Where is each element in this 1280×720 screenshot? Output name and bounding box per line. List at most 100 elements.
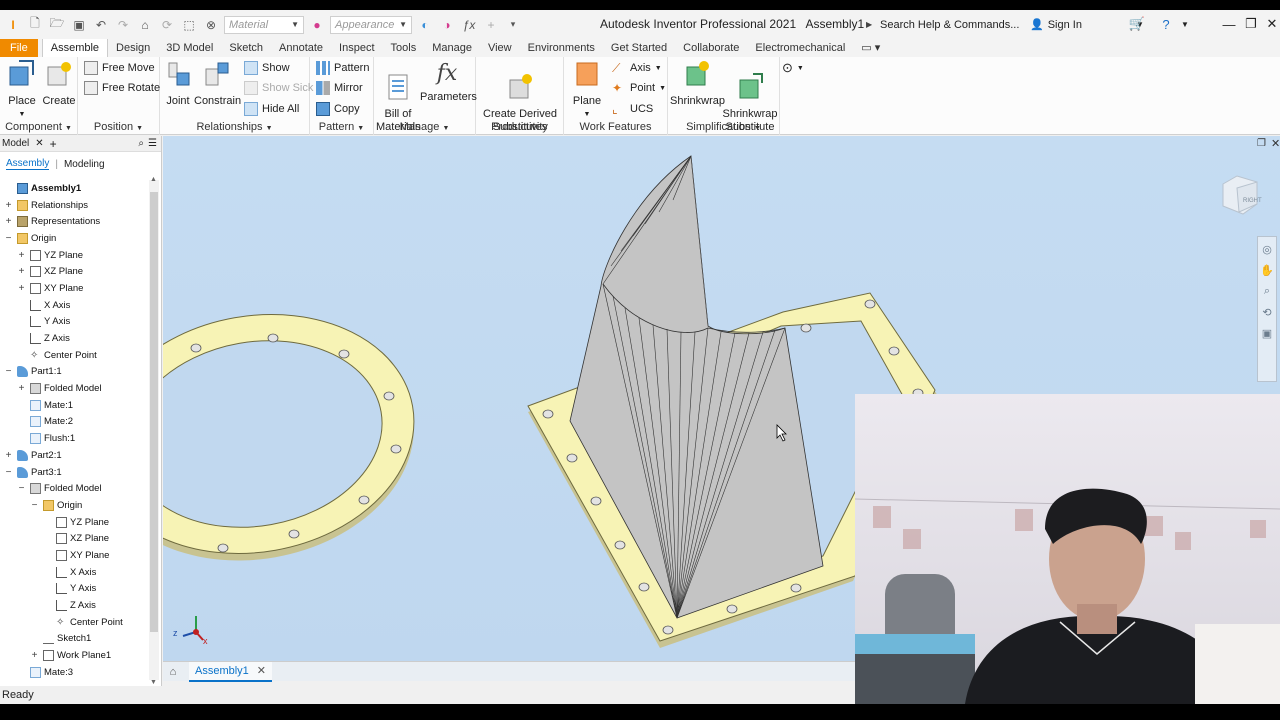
- tab-get-started[interactable]: Get Started: [603, 39, 675, 57]
- tab-file[interactable]: File: [0, 39, 38, 57]
- browser-scrollbar[interactable]: ▲ ▼: [149, 176, 159, 686]
- new-file-icon[interactable]: 🗋: [26, 16, 44, 33]
- tree-node[interactable]: − Part3:1: [0, 464, 148, 481]
- tree-node[interactable]: Sketch1: [0, 631, 148, 648]
- tab-electromechanical[interactable]: Electromechanical: [747, 39, 853, 57]
- axis-button[interactable]: ⟋ Axis ▼: [612, 59, 662, 77]
- close-icon[interactable]: ✕: [257, 664, 266, 677]
- tree-node[interactable]: X Axis: [0, 564, 148, 581]
- adjust-appearance-icon[interactable]: ◐: [416, 17, 434, 33]
- tab-assemble[interactable]: Assemble: [41, 39, 109, 57]
- undo-icon[interactable]: ↶: [92, 17, 110, 33]
- tree-node[interactable]: + Work Plane1: [0, 647, 148, 664]
- search-icon[interactable]: ⌕: [138, 138, 144, 149]
- clear-appearance-icon[interactable]: ◑: [438, 17, 456, 33]
- tree-node[interactable]: XY Plane: [0, 547, 148, 564]
- create-button[interactable]: Create: [42, 59, 76, 108]
- plane-button[interactable]: Plane ▼: [568, 59, 606, 121]
- ribbon-display-toggle-icon[interactable]: ▭ ▾: [853, 39, 888, 57]
- bom-button[interactable]: Bill of Materials: [376, 59, 421, 147]
- expand-icon[interactable]: +: [17, 250, 26, 261]
- tree-node[interactable]: + Relationships: [0, 197, 148, 214]
- show-sick-button[interactable]: Show Sick: [244, 79, 313, 97]
- scroll-up-icon[interactable]: ▲: [150, 176, 157, 183]
- tree-node[interactable]: + Part2:1: [0, 447, 148, 464]
- tab-assembly[interactable]: Assembly: [6, 158, 50, 170]
- shrinkwrap-button[interactable]: Shrinkwrap: [670, 59, 725, 108]
- collapse-icon[interactable]: −: [4, 366, 13, 377]
- free-rotate-button[interactable]: Free Rotate: [84, 79, 160, 97]
- panel-manage-title[interactable]: Manage ▼: [374, 121, 475, 133]
- tree-node[interactable]: + XY Plane: [0, 280, 148, 297]
- mirror-button[interactable]: Mirror: [316, 79, 363, 97]
- tree-node[interactable]: Z Axis: [0, 330, 148, 347]
- free-move-button[interactable]: Free Move: [84, 59, 155, 77]
- tree-node[interactable]: XZ Plane: [0, 530, 148, 547]
- appearance-select[interactable]: Appearance ▼: [330, 15, 412, 34]
- doc-tab-assembly1[interactable]: Assembly1 ✕: [189, 661, 273, 682]
- home-icon[interactable]: ⌂: [136, 17, 154, 33]
- tree-node[interactable]: ✧ Center Point: [0, 614, 148, 631]
- tab-annotate[interactable]: Annotate: [271, 39, 331, 57]
- viewport-close-icon[interactable]: ✕: [1271, 137, 1280, 150]
- tree-node[interactable]: + XZ Plane: [0, 263, 148, 280]
- material-select[interactable]: Material ▼: [224, 15, 304, 34]
- shrinkwrap-substitute-button[interactable]: Shrinkwrap Substitute: [722, 59, 778, 147]
- cart-icon[interactable]: 🛒: [1128, 15, 1146, 33]
- copy-button[interactable]: Copy: [316, 100, 360, 118]
- close-icon[interactable]: ✕: [1263, 15, 1280, 33]
- hamburger-menu-icon[interactable]: ☰: [148, 138, 157, 149]
- tree-node[interactable]: Y Axis: [0, 581, 148, 598]
- tab-manage[interactable]: Manage: [424, 39, 480, 57]
- expand-icon[interactable]: +: [17, 266, 26, 277]
- close-doc-icon[interactable]: ⊗: [202, 17, 220, 33]
- parameters-button[interactable]: fx Parameters: [420, 59, 477, 104]
- tree-node[interactable]: + Folded Model: [0, 380, 148, 397]
- tab-collaborate[interactable]: Collaborate: [675, 39, 747, 57]
- tree-node[interactable]: Mate:1: [0, 397, 148, 414]
- add-icon[interactable]: +: [482, 17, 500, 33]
- hide-all-button[interactable]: Hide All: [244, 100, 299, 118]
- fx-parameters-icon[interactable]: ƒx: [460, 17, 478, 33]
- tree-node[interactable]: Assembly1: [0, 180, 148, 197]
- tab-sketch[interactable]: Sketch: [221, 39, 271, 57]
- tree-node[interactable]: Y Axis: [0, 314, 148, 331]
- panel-relationships-title[interactable]: Relationships ▼: [160, 121, 309, 133]
- add-icon[interactable]: +: [50, 137, 57, 151]
- scroll-down-icon[interactable]: ▼: [150, 679, 157, 686]
- zoom-icon[interactable]: ⌕: [1264, 285, 1270, 298]
- tab-modeling[interactable]: Modeling: [64, 159, 105, 170]
- pattern-button[interactable]: Pattern: [316, 59, 369, 77]
- tab-view[interactable]: View: [480, 39, 520, 57]
- tab-environments[interactable]: Environments: [520, 39, 603, 57]
- tree-node[interactable]: Mate:2: [0, 414, 148, 431]
- tree-node[interactable]: + YZ Plane: [0, 247, 148, 264]
- show-button[interactable]: Show: [244, 59, 290, 77]
- help-menu-chevron-icon[interactable]: ▼: [1176, 15, 1194, 33]
- collapse-icon[interactable]: −: [4, 233, 13, 244]
- pan-icon[interactable]: ✋: [1260, 264, 1274, 277]
- tab-3d-model[interactable]: 3D Model: [158, 39, 221, 57]
- sign-in-button[interactable]: 👤 Sign In ▼: [1030, 15, 1144, 34]
- home-icon[interactable]: ⌂: [163, 662, 183, 682]
- tab-inspect[interactable]: Inspect: [331, 39, 382, 57]
- panel-simplification-title[interactable]: Simplification ▼: [668, 121, 779, 133]
- expand-icon[interactable]: +: [4, 216, 13, 227]
- inventor-logo-icon[interactable]: I: [4, 17, 22, 33]
- open-file-icon[interactable]: 🗁: [48, 16, 66, 33]
- tab-tools[interactable]: Tools: [383, 39, 425, 57]
- minimize-icon[interactable]: —: [1220, 15, 1238, 33]
- save-icon[interactable]: ▣: [70, 17, 88, 33]
- panel-component-title[interactable]: Component ▼: [0, 121, 77, 133]
- create-derived-substitutes-button[interactable]: Create Derived Substitutes: [480, 59, 560, 147]
- tree-node[interactable]: YZ Plane: [0, 514, 148, 531]
- tab-design[interactable]: Design: [108, 39, 158, 57]
- help-search[interactable]: ▶ Search Help & Commands...: [866, 15, 1024, 34]
- customize-qat-icon[interactable]: ▾: [504, 17, 522, 33]
- help-icon[interactable]: ?: [1157, 15, 1175, 33]
- expand-icon[interactable]: +: [4, 200, 13, 211]
- view-cube[interactable]: RIGHT: [1217, 174, 1263, 216]
- redo-icon[interactable]: ↷: [114, 17, 132, 33]
- ucs-button[interactable]: ⌞ UCS: [612, 100, 653, 118]
- tree-node[interactable]: Z Axis: [0, 597, 148, 614]
